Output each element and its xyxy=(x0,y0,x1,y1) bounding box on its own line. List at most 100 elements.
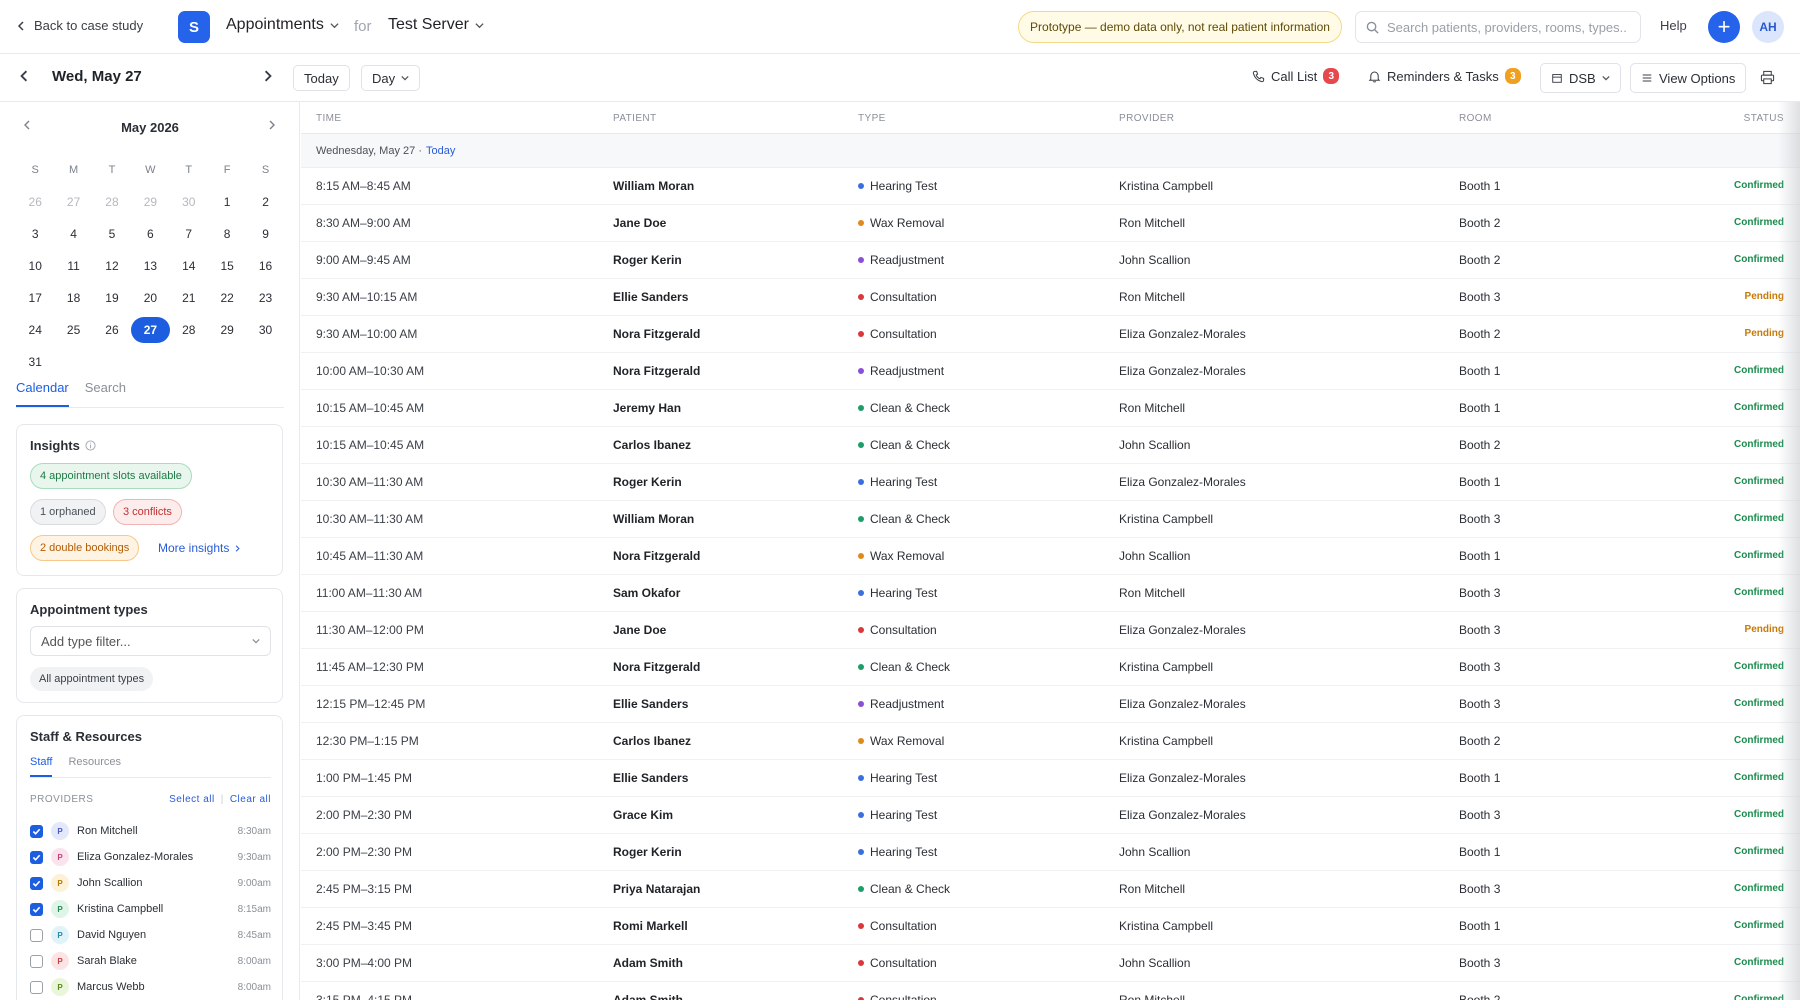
calendar-day[interactable]: 19 xyxy=(93,285,131,311)
table-row[interactable]: 10:45 AM–11:30 AM Nora Fitzgerald Wax Remo… xyxy=(301,538,1800,575)
provider-checkbox[interactable] xyxy=(30,850,43,864)
table-row[interactable]: 9:30 AM–10:00 AM Nora Fitzgerald Consultat… xyxy=(301,316,1800,353)
calendar-day[interactable]: 26 xyxy=(93,317,131,343)
previous-day-button[interactable] xyxy=(18,70,30,82)
table-row[interactable]: 2:00 PM–2:30 PM Grace Kim Hearing Test Eliz… xyxy=(301,797,1800,834)
table-row[interactable]: 1:00 PM–1:45 PM Ellie Sanders Hearing Test… xyxy=(301,760,1800,797)
table-row[interactable]: 10:15 AM–10:45 AM Carlos Ibanez Clean & Ch… xyxy=(301,427,1800,464)
provider-checkbox[interactable] xyxy=(30,876,43,890)
table-row[interactable]: 11:45 AM–12:30 PM Nora Fitzgerald Clean & … xyxy=(301,649,1800,686)
table-row[interactable]: 8:15 AM–8:45 AM William Moran Hearing Test… xyxy=(301,168,1800,205)
table-row[interactable]: 11:30 AM–12:00 PM Jane Doe Consultation Eli… xyxy=(301,612,1800,649)
calendar-day[interactable]: 24 xyxy=(16,317,54,343)
table-row[interactable]: 8:30 AM–9:00 AM Jane Doe Wax Removal Ron Mi… xyxy=(301,205,1800,242)
table-row[interactable]: 12:30 PM–1:15 PM Carlos Ibanez Wax Removal… xyxy=(301,723,1800,760)
calendar-day[interactable]: 15 xyxy=(208,253,246,279)
help-link[interactable]: Help xyxy=(1660,18,1687,33)
provider-row[interactable]: P Kristina Campbell 8:15am xyxy=(30,896,271,922)
table-row[interactable]: 9:00 AM–9:45 AM Roger Kerin Readjustment Jo… xyxy=(301,242,1800,279)
column-provider[interactable]: PROVIDER xyxy=(1119,113,1174,124)
column-status[interactable]: STATUS xyxy=(1744,113,1784,124)
select-all-link[interactable]: Select all xyxy=(169,794,215,805)
provider-row[interactable]: P David Nguyen 8:45am xyxy=(30,922,271,948)
calendar-day[interactable]: 26 xyxy=(16,189,54,215)
calendar-day[interactable]: 1 xyxy=(208,189,246,215)
provider-checkbox[interactable] xyxy=(30,928,43,942)
calendar-day[interactable]: 20 xyxy=(131,285,169,311)
calendar-day[interactable]: 28 xyxy=(170,317,208,343)
table-row[interactable]: 10:15 AM–10:45 AM Jeremy Han Clean & Check… xyxy=(301,390,1800,427)
calendar-day[interactable]: 29 xyxy=(208,317,246,343)
next-month-button[interactable] xyxy=(267,120,277,130)
table-row[interactable]: 9:30 AM–10:15 AM Ellie Sanders Consultatio… xyxy=(301,279,1800,316)
calendar-day[interactable]: 12 xyxy=(93,253,131,279)
provider-checkbox[interactable] xyxy=(30,954,43,968)
calendar-day[interactable]: 18 xyxy=(54,285,92,311)
orphaned-chip[interactable]: 1 orphaned xyxy=(30,499,106,525)
add-appointment-button[interactable]: + xyxy=(1708,11,1740,43)
calendar-day[interactable]: 7 xyxy=(170,221,208,247)
calendar-day[interactable]: 10 xyxy=(16,253,54,279)
calendar-day[interactable]: 31 xyxy=(16,349,54,375)
calendar-day[interactable]: 17 xyxy=(16,285,54,311)
column-time[interactable]: TIME xyxy=(316,113,342,124)
calendar-day[interactable]: 8 xyxy=(208,221,246,247)
provider-row[interactable]: P John Scallion 9:00am xyxy=(30,870,271,896)
tab-staff[interactable]: Staff xyxy=(30,756,53,777)
calendar-day[interactable]: 2 xyxy=(246,189,284,215)
user-avatar[interactable]: AH xyxy=(1752,11,1784,43)
calendar-day[interactable]: 22 xyxy=(208,285,246,311)
print-icon[interactable] xyxy=(1760,70,1775,85)
provider-checkbox[interactable] xyxy=(30,824,43,838)
view-options-button[interactable]: View Options xyxy=(1630,63,1747,93)
column-patient[interactable]: PATIENT xyxy=(613,113,657,124)
calendar-day[interactable]: 16 xyxy=(246,253,284,279)
calendar-day[interactable]: 23 xyxy=(246,285,284,311)
double-bookings-chip[interactable]: 2 double bookings xyxy=(30,535,140,561)
provider-checkbox[interactable] xyxy=(30,902,43,916)
table-row[interactable]: 2:45 PM–3:45 PM Romi Markell Consultation K… xyxy=(301,908,1800,945)
calendar-day[interactable]: 25 xyxy=(54,317,92,343)
more-insights-link[interactable]: More insights xyxy=(158,541,241,555)
calendar-day[interactable]: 6 xyxy=(131,221,169,247)
app-switcher[interactable]: Appointments xyxy=(226,16,339,34)
next-day-button[interactable] xyxy=(262,70,274,82)
calendar-day[interactable]: 30 xyxy=(170,189,208,215)
column-type[interactable]: TYPE xyxy=(858,113,886,124)
back-to-case-study-link[interactable]: Back to case study xyxy=(16,18,143,33)
tab-resources[interactable]: Resources xyxy=(68,756,121,777)
all-types-chip[interactable]: All appointment types xyxy=(30,667,154,691)
provider-row[interactable]: P Sarah Blake 8:00am xyxy=(30,948,271,974)
conflicts-chip[interactable]: 3 conflicts xyxy=(113,499,182,525)
table-row[interactable]: 3:00 PM–4:00 PM Adam Smith Consultation Joh… xyxy=(301,945,1800,982)
table-row[interactable]: 10:30 AM–11:30 AM Roger Kerin Hearing Test… xyxy=(301,464,1800,501)
server-switcher[interactable]: Test Server xyxy=(388,16,484,34)
available-slots-chip[interactable]: 4 appointment slots available xyxy=(30,463,192,489)
calendar-day[interactable]: 30 xyxy=(246,317,284,343)
tab-search[interactable]: Search xyxy=(85,380,126,407)
calendar-day[interactable]: 21 xyxy=(170,285,208,311)
calendar-day[interactable]: 5 xyxy=(93,221,131,247)
table-row[interactable]: 10:30 AM–11:30 AM William Moran Clean & Ch… xyxy=(301,501,1800,538)
view-mode-select[interactable]: Day xyxy=(361,65,421,91)
provider-row[interactable]: P Eliza Gonzalez-Morales 9:30am xyxy=(30,844,271,870)
calendar-day[interactable]: 27 xyxy=(54,189,92,215)
table-row[interactable]: 2:45 PM–3:15 PM Priya Natarajan Clean & Ch… xyxy=(301,871,1800,908)
calendar-day[interactable]: 9 xyxy=(246,221,284,247)
provider-checkbox[interactable] xyxy=(30,980,43,994)
clear-all-link[interactable]: Clear all xyxy=(230,794,271,805)
call-list-button[interactable]: Call List 3 xyxy=(1252,68,1340,84)
table-row[interactable]: 11:00 AM–11:30 AM Sam Okafor Hearing Test R… xyxy=(301,575,1800,612)
location-select[interactable]: DSB xyxy=(1540,63,1621,93)
type-filter-select[interactable]: Add type filter... xyxy=(30,626,271,656)
column-room[interactable]: ROOM xyxy=(1459,113,1492,124)
table-row[interactable]: 12:15 PM–12:45 PM Ellie Sanders Readjustme… xyxy=(301,686,1800,723)
calendar-day[interactable]: 29 xyxy=(131,189,169,215)
today-button[interactable]: Today xyxy=(293,65,350,91)
table-row[interactable]: 3:15 PM–4:15 PM Adam Smith Consultation Ron… xyxy=(301,982,1800,1000)
calendar-day[interactable]: 11 xyxy=(54,253,92,279)
calendar-day[interactable]: 28 xyxy=(93,189,131,215)
calendar-day-selected[interactable]: 27 xyxy=(131,317,170,343)
global-search[interactable] xyxy=(1355,11,1641,43)
calendar-day[interactable]: 3 xyxy=(16,221,54,247)
